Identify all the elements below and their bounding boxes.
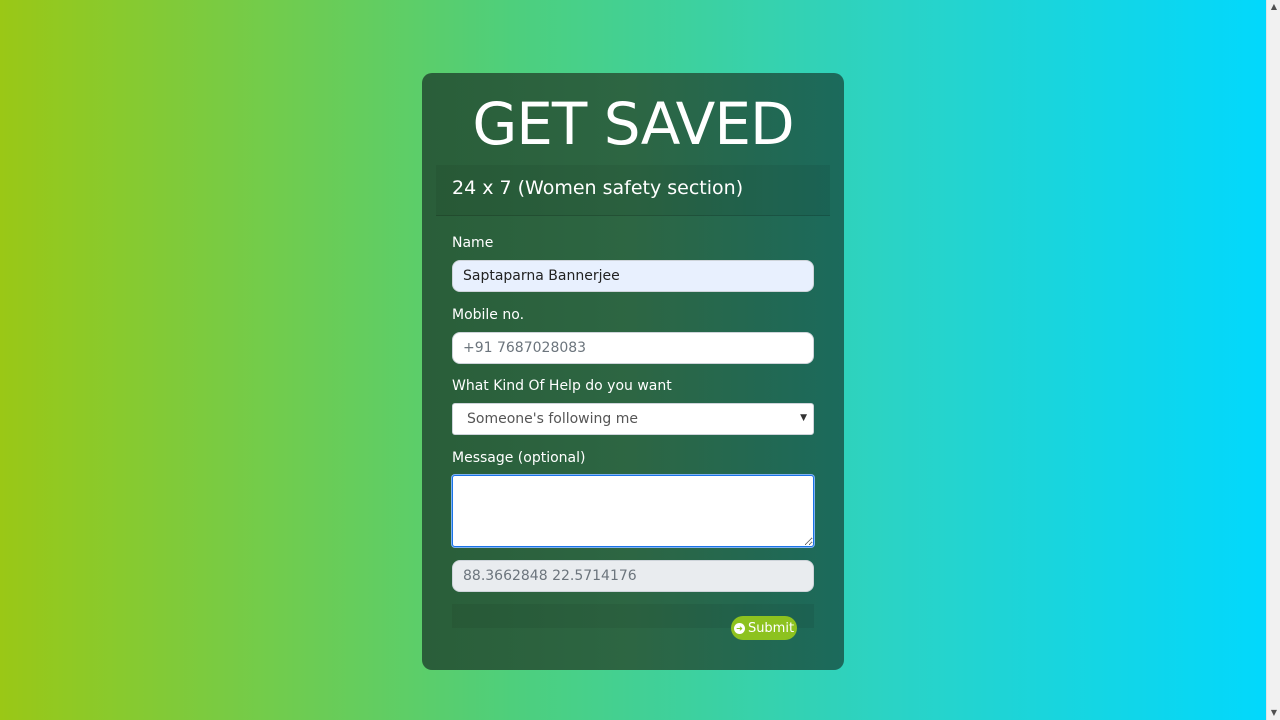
- help-type-label: What Kind Of Help do you want: [452, 378, 672, 394]
- help-type-selected-value: Someone's following me: [467, 411, 638, 427]
- location-coordinates-field: 88.3662848 22.5714176: [452, 560, 814, 592]
- page-title: GET SAVED: [472, 90, 794, 158]
- page-scrollbar[interactable]: ▲ ▼: [1266, 0, 1280, 720]
- scroll-down-icon[interactable]: ▼: [1267, 706, 1280, 720]
- arrow-right-circle-icon: ➜: [733, 622, 745, 634]
- form-subtitle: 24 x 7 (Women safety section): [452, 177, 744, 199]
- caret-down-icon: ▼: [800, 413, 807, 423]
- card-header: 24 x 7 (Women safety section): [436, 165, 830, 216]
- help-type-select[interactable]: Someone's following me ▼: [452, 403, 814, 435]
- message-textarea[interactable]: [452, 475, 814, 547]
- submit-label: Submit: [747, 620, 795, 636]
- mobile-label: Mobile no.: [452, 307, 525, 323]
- name-label: Name: [452, 235, 494, 251]
- name-input[interactable]: [452, 260, 814, 292]
- scroll-up-icon[interactable]: ▲: [1267, 0, 1280, 14]
- location-coordinates-value: 88.3662848 22.5714176: [463, 568, 637, 584]
- message-label: Message (optional): [452, 450, 586, 466]
- safety-form-card: GET SAVED 24 x 7 (Women safety section) …: [422, 73, 844, 670]
- mobile-input[interactable]: [452, 332, 814, 364]
- submit-button[interactable]: ➜ Submit: [731, 616, 797, 640]
